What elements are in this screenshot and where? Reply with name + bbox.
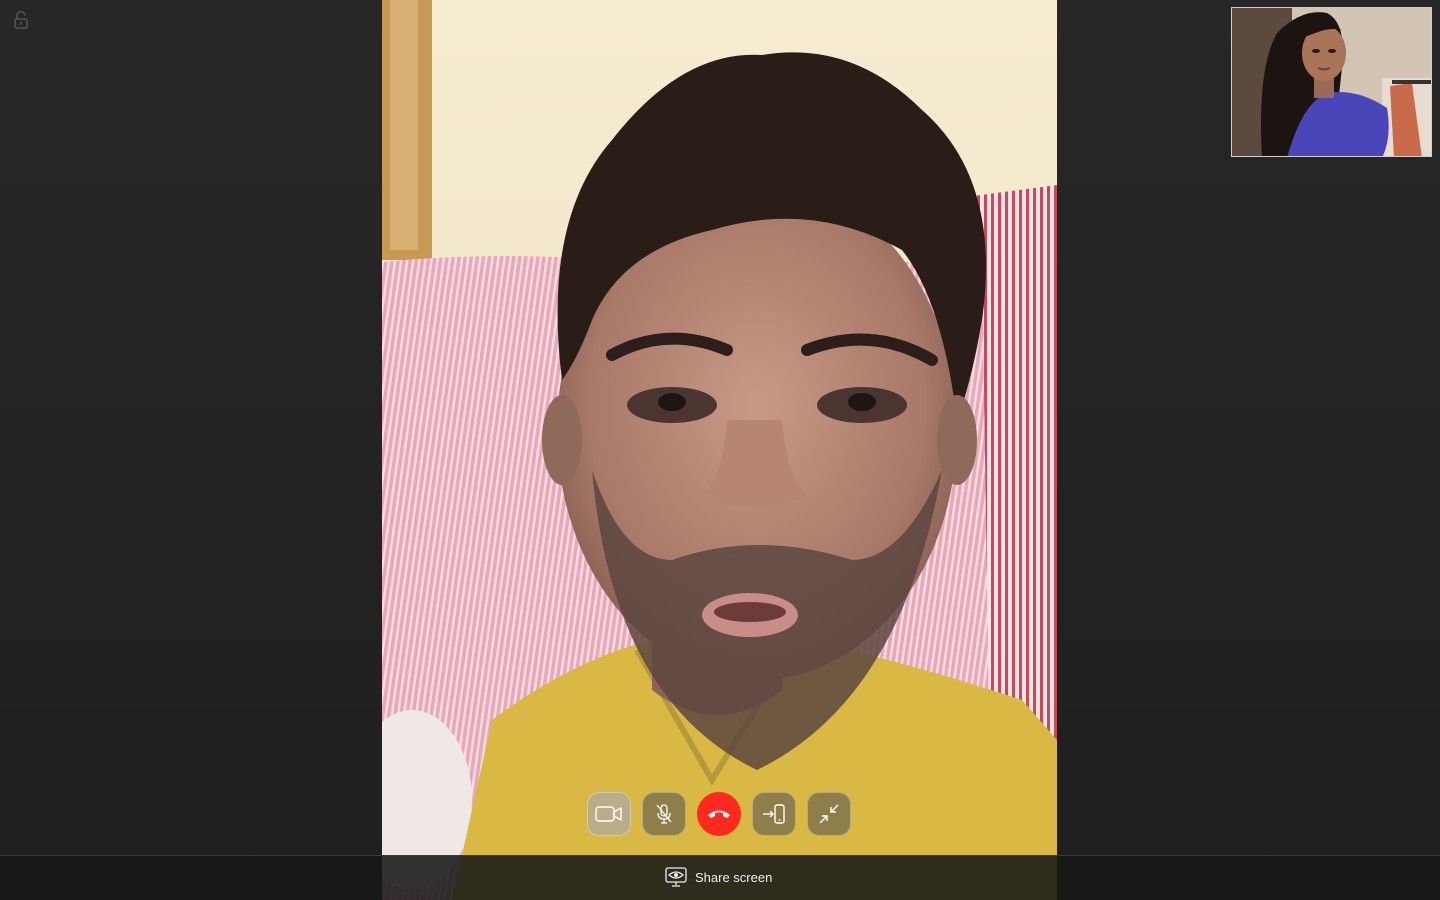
minimize-arrows-icon bbox=[818, 803, 840, 825]
screen-share-eye-icon bbox=[665, 867, 687, 887]
video-call-window: Share screen bbox=[0, 0, 1440, 900]
transfer-to-phone-button[interactable] bbox=[752, 792, 796, 836]
mute-button[interactable] bbox=[642, 792, 686, 836]
video-camera-icon bbox=[595, 805, 623, 823]
lock-icon[interactable] bbox=[12, 10, 30, 30]
self-view-video[interactable] bbox=[1231, 7, 1432, 157]
end-call-button[interactable] bbox=[697, 792, 741, 836]
remote-video bbox=[382, 0, 1057, 900]
call-controls bbox=[587, 792, 851, 836]
phone-hangup-icon bbox=[706, 808, 732, 820]
microphone-muted-icon bbox=[655, 803, 673, 825]
transfer-to-phone-icon bbox=[761, 803, 787, 825]
share-screen-button[interactable]: Share screen bbox=[665, 866, 772, 888]
exit-fullscreen-button[interactable] bbox=[807, 792, 851, 836]
share-screen-label: Share screen bbox=[695, 869, 773, 885]
camera-button[interactable] bbox=[587, 792, 631, 836]
